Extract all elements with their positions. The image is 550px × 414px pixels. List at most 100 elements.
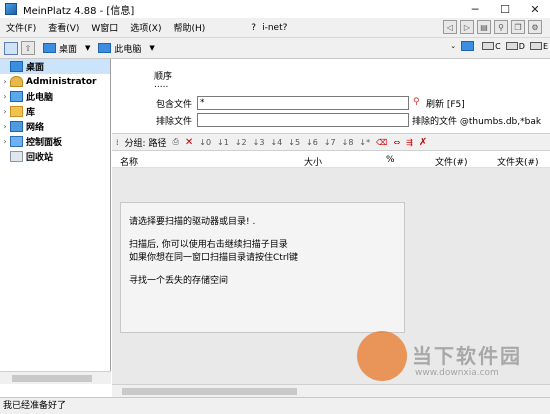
window-controls: ─ ☐ ✕: [460, 0, 550, 18]
info-line-4: 寻找一个丢失的存储空间: [129, 276, 229, 286]
path-bar: ⇧ 桌面 ▼ 此电脑 ▼ ⌄ C D E: [0, 37, 550, 59]
list-horizontal-scrollbar[interactable]: [112, 384, 550, 397]
user-icon: [10, 76, 23, 87]
network-icon: [10, 121, 23, 132]
tree-item-libraries[interactable]: › 库: [0, 104, 110, 119]
sort-0-icon[interactable]: ↓0: [199, 138, 211, 147]
folder-up-icon[interactable]: ⇧: [21, 41, 35, 55]
menu-options[interactable]: 选项(X): [124, 21, 167, 34]
menu-file[interactable]: 文件(F): [0, 21, 42, 34]
expand-arrow-icon[interactable]: ›: [0, 77, 10, 86]
sort-7-icon[interactable]: ↓7: [324, 138, 336, 147]
monitor-icon[interactable]: [461, 41, 475, 51]
help-question[interactable]: ?: [251, 23, 256, 33]
info-message-box: 请选择要扫描的驱动器或目录! . 扫描后, 你可以使用右击继续扫描子目录 如果你…: [120, 202, 405, 333]
settings-icon[interactable]: ⚙: [528, 20, 542, 34]
inet-link[interactable]: i-net?: [262, 23, 287, 33]
menu-bar: 文件(F) 查看(V) W窗口 选项(X) 帮助(H) ? i-net? ◁ ▷…: [0, 18, 550, 37]
info-line-3: 如果你想在同一窗口扫描目录请按住Ctrl键: [129, 253, 299, 263]
sort-2-icon[interactable]: ↓2: [235, 138, 247, 147]
refresh-button[interactable]: 刷新 [F5]: [426, 97, 465, 110]
expand-icon[interactable]: ⌄: [450, 42, 456, 50]
sort-3-icon[interactable]: ↓3: [253, 138, 265, 147]
remove-icon[interactable]: ✗: [419, 137, 427, 148]
sort-5-icon[interactable]: ↓5: [288, 138, 300, 147]
folder-tree: 桌面 › Administrator › 此电脑 › 库 › 网络 › 控制面板…: [0, 59, 111, 384]
sort-6-icon[interactable]: ↓6: [306, 138, 318, 147]
desktop-icon: [43, 43, 56, 53]
expand-arrow-icon[interactable]: ›: [0, 137, 10, 146]
include-label: 包含文件: [156, 100, 193, 110]
watermark-logo: [357, 331, 407, 381]
copy-icon[interactable]: ❐: [511, 20, 525, 34]
layout-icon[interactable]: [4, 41, 18, 55]
title-bar: MeinPlatz 4.88 - [信息] ─ ☐ ✕: [0, 0, 550, 18]
column-size[interactable]: 大小: [304, 155, 322, 168]
move-icon[interactable]: ⇶: [406, 138, 413, 147]
tree-item-desktop[interactable]: 桌面: [0, 59, 110, 74]
column-files[interactable]: 文件(#): [435, 155, 468, 168]
expand-arrow-icon[interactable]: ›: [0, 92, 10, 101]
breadcrumb-this-pc[interactable]: 此电脑 ▼: [98, 42, 155, 55]
close-button[interactable]: ✕: [520, 0, 550, 18]
group-icon[interactable]: ⁞: [116, 138, 119, 147]
chevron-down-icon[interactable]: ▼: [85, 44, 90, 52]
forward-icon[interactable]: ▷: [460, 20, 474, 34]
scroll-thumb[interactable]: [12, 375, 92, 382]
include-files-input[interactable]: *: [197, 96, 409, 110]
list-toolbar: ⁞ 分组: 路径 ⎙ ✕ ↓0 ↓1 ↓2 ↓3 ↓4 ↓5 ↓6 ↓7 ↓8 …: [112, 133, 550, 151]
expand-arrow-icon[interactable]: ›: [0, 122, 10, 131]
tree-horizontal-scrollbar[interactable]: [0, 371, 111, 384]
window-title: MeinPlatz 4.88 - [信息]: [23, 5, 135, 17]
tree-item-this-pc[interactable]: › 此电脑: [0, 89, 110, 104]
menu-view[interactable]: 查看(V): [42, 21, 85, 34]
excluded-files-text: 排除的文件 @thumbs.db,*bak: [412, 117, 542, 127]
drive-icon: [505, 42, 518, 50]
sort-4-icon[interactable]: ↓4: [270, 138, 282, 147]
column-folders[interactable]: 文件夹(#): [497, 155, 539, 168]
menu-window[interactable]: W窗口: [85, 21, 124, 34]
back-icon[interactable]: ◁: [443, 20, 457, 34]
maximize-button[interactable]: ☐: [490, 0, 520, 18]
sort-all-icon[interactable]: ↓*: [359, 138, 370, 147]
drive-c[interactable]: C: [482, 42, 501, 51]
minimize-button[interactable]: ─: [460, 0, 490, 18]
order-value: .....: [154, 80, 169, 90]
tree-item-administrator[interactable]: › Administrator: [0, 74, 110, 89]
drive-icon: [482, 42, 495, 50]
info-line-2: 扫描后, 你可以使用右击继续扫描子目录: [129, 240, 288, 250]
computer-icon: [10, 91, 23, 102]
export-icon[interactable]: ⎙: [172, 137, 178, 147]
expand-arrow-icon[interactable]: ›: [0, 107, 10, 116]
status-bar: 我已经准备好了: [0, 397, 550, 414]
recycle-bin-icon: [10, 151, 23, 162]
search-icon[interactable]: ⚲: [494, 20, 508, 34]
breadcrumb-desktop[interactable]: 桌面 ▼: [43, 42, 90, 55]
info-line-1: 请选择要扫描的驱动器或目录! .: [129, 217, 256, 227]
library-icon: [10, 106, 23, 117]
column-percent[interactable]: %: [386, 155, 395, 165]
column-name[interactable]: 名称: [120, 155, 138, 168]
desktop-icon: [10, 61, 23, 72]
sort-1-icon[interactable]: ↓1: [217, 138, 229, 147]
swap-icon[interactable]: ⇔: [393, 138, 400, 147]
filter-panel: 顺序 ..... 包含文件 * 排除文件 ⚲ 刷新 [F5] 排除的文件 @th…: [112, 59, 550, 133]
exclude-files-input[interactable]: [197, 113, 409, 127]
tree-item-control-panel[interactable]: › 控制面板: [0, 134, 110, 149]
group-by-path[interactable]: 分组: 路径: [125, 136, 167, 149]
print-icon[interactable]: ▤: [477, 20, 491, 34]
watermark-text: 当下软件园: [412, 344, 522, 368]
chevron-down-icon[interactable]: ▼: [149, 44, 154, 52]
refresh-icon[interactable]: ⚲: [413, 97, 420, 107]
delete-icon[interactable]: ✕: [185, 137, 193, 148]
watermark-url: www.downxia.com: [415, 368, 499, 378]
clear-icon[interactable]: ⌫: [376, 138, 387, 147]
tree-item-network[interactable]: › 网络: [0, 119, 110, 134]
drive-e[interactable]: E: [529, 42, 548, 51]
drive-d[interactable]: D: [505, 42, 525, 51]
menu-help[interactable]: 帮助(H): [168, 21, 212, 34]
scroll-thumb[interactable]: [122, 388, 297, 395]
sort-8-icon[interactable]: ↓8: [342, 138, 354, 147]
drive-bar: ⌄ C D E: [442, 41, 548, 51]
tree-item-recycle-bin[interactable]: 回收站: [0, 149, 110, 164]
